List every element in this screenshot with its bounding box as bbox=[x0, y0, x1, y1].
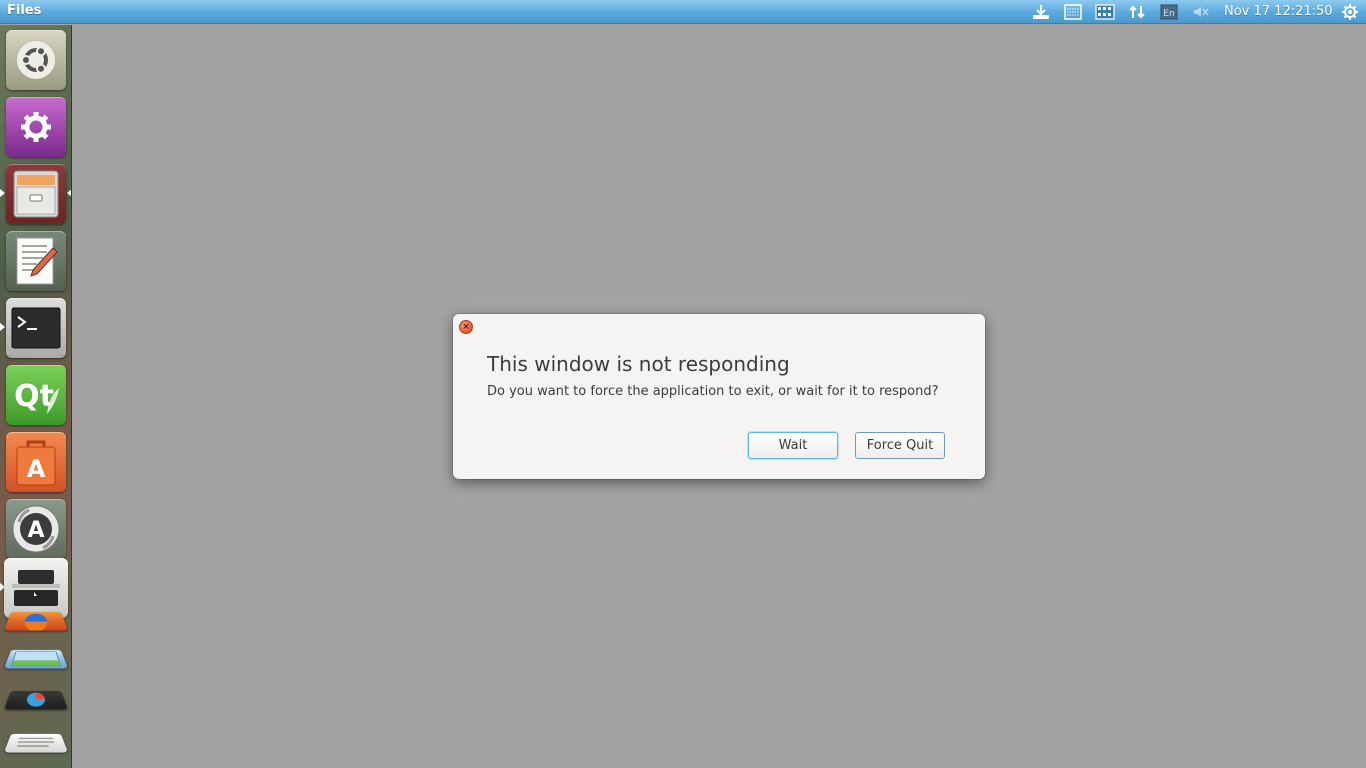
top-panel: Files En Nov 17 12:21:50 bbox=[0, 0, 1366, 24]
volume-mute-icon[interactable] bbox=[1191, 3, 1211, 21]
running-indicator bbox=[0, 189, 5, 197]
network-icon[interactable] bbox=[1127, 3, 1147, 21]
dialog-message: Do you want to force the application to … bbox=[487, 384, 939, 399]
focused-indicator bbox=[67, 189, 71, 197]
launcher-files[interactable] bbox=[6, 164, 66, 224]
launcher-software-center[interactable]: A bbox=[6, 432, 66, 492]
file-cabinet-icon bbox=[13, 170, 59, 218]
writer-icon[interactable] bbox=[4, 734, 68, 753]
svg-text:A: A bbox=[27, 455, 46, 483]
gear-icon[interactable] bbox=[1340, 3, 1360, 21]
shopping-bag-icon: A bbox=[16, 440, 56, 486]
terminal-icon bbox=[11, 307, 61, 349]
close-symbol: × bbox=[462, 321, 470, 332]
calendar-icon[interactable] bbox=[1095, 3, 1115, 21]
dialog-title: This window is not responding bbox=[487, 352, 790, 376]
launcher-dash-home[interactable] bbox=[6, 30, 66, 90]
firefox-icon[interactable] bbox=[3, 611, 69, 632]
keyboard-icon[interactable] bbox=[1063, 3, 1083, 21]
launcher-terminal[interactable] bbox=[6, 298, 66, 358]
download-icon[interactable] bbox=[1031, 3, 1051, 21]
ubuntu-logo-icon bbox=[17, 41, 55, 79]
app-title: Files bbox=[7, 3, 42, 18]
notepad-pen-icon bbox=[16, 237, 58, 285]
qt-icon: Qt bbox=[14, 379, 59, 414]
launcher-scanner[interactable] bbox=[4, 558, 68, 618]
launcher-qt-creator[interactable]: Qt bbox=[6, 365, 66, 425]
running-indicator bbox=[0, 323, 5, 331]
close-icon[interactable]: × bbox=[459, 320, 473, 334]
svg-text:A: A bbox=[27, 518, 44, 543]
not-responding-dialog: × This window is not responding Do you w… bbox=[453, 314, 985, 479]
force-quit-button[interactable]: Force Quit bbox=[855, 432, 945, 459]
clock[interactable]: Nov 17 12:21:50 bbox=[1224, 4, 1333, 19]
launcher-system-settings[interactable] bbox=[6, 97, 66, 157]
launcher-text-editor[interactable] bbox=[6, 231, 66, 291]
keyboard-layout-icon[interactable]: En bbox=[1159, 3, 1179, 21]
impress-icon[interactable] bbox=[3, 690, 69, 710]
gear-icon bbox=[21, 112, 51, 142]
scanner-icon bbox=[12, 570, 60, 606]
wait-button[interactable]: Wait bbox=[748, 432, 838, 459]
svg-text:En: En bbox=[1163, 9, 1174, 19]
launcher-software-updater[interactable]: A bbox=[6, 499, 66, 559]
image-viewer-icon[interactable] bbox=[4, 650, 68, 669]
updater-icon: A bbox=[12, 505, 60, 553]
launcher: Qt A A bbox=[0, 25, 72, 768]
